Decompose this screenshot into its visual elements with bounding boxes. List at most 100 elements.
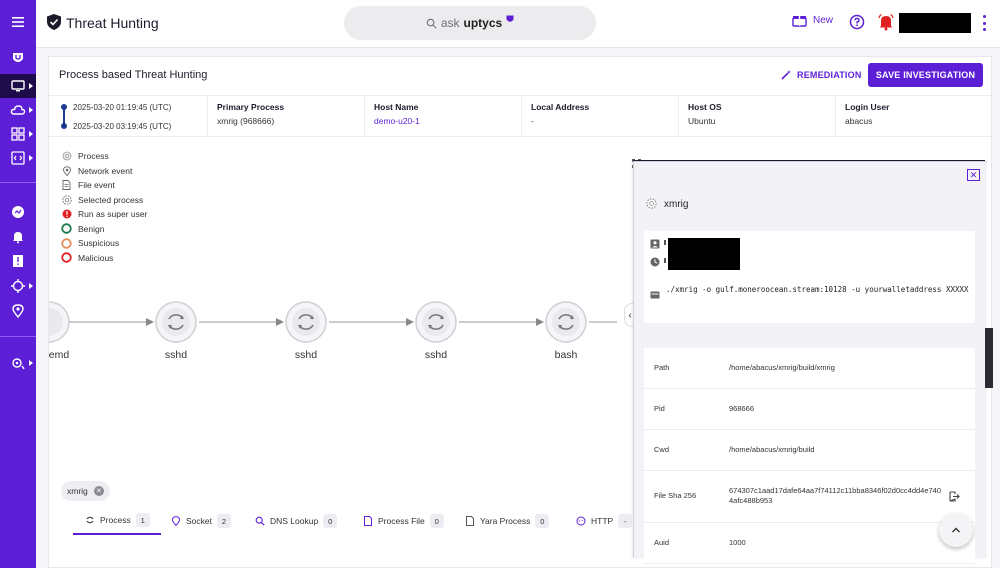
host-os-label: Host OS <box>688 102 722 112</box>
node-label: sshd <box>294 349 318 361</box>
process-properties-table: Path /home/abacus/xmrig/build/xmrig Pid … <box>644 348 975 564</box>
tab-dns-lookup[interactable]: DNS Lookup 0 <box>255 507 338 535</box>
chevron-right-icon <box>29 131 33 137</box>
process-icon <box>86 516 94 524</box>
property-value: /home/abacus/xmrig/build <box>729 445 815 454</box>
property-value: /home/abacus/xmrig/build/xmrig <box>729 363 835 372</box>
legend-item: Run as super user <box>61 207 147 222</box>
tab-label: Yara Process <box>480 516 531 526</box>
terminal-icon <box>650 291 660 299</box>
process-icon <box>646 198 657 209</box>
file-icon <box>364 516 372 526</box>
tab-count-badge: 1 <box>135 513 150 527</box>
legend-label: Selected process <box>78 194 144 205</box>
chevron-right-icon <box>29 283 33 289</box>
tab-socket[interactable]: Socket 2 <box>171 507 231 535</box>
save-investigation-button[interactable]: SAVE INVESTIGATION <box>868 63 983 87</box>
time-start: 2025-03-20 01:19:45 (UTC) <box>73 103 172 112</box>
property-row: Auid 1000 <box>644 523 975 564</box>
redacted-user-block <box>899 13 971 33</box>
tab-process[interactable]: Process 1 <box>73 507 161 535</box>
host-name-column: Host Name demo-u20-1 <box>364 96 521 136</box>
legend-label: Process <box>78 151 109 162</box>
ask-uptycs-search[interactable]: ask uptycs <box>344 6 596 40</box>
close-icon[interactable]: ✕ <box>967 169 980 181</box>
primary-process-column: Primary Process xmrig (968666) <box>207 96 364 136</box>
sidebar-item-detections[interactable] <box>0 249 36 273</box>
help-icon[interactable] <box>849 14 865 30</box>
new-button[interactable]: New <box>792 14 833 27</box>
host-name-label: Host Name <box>374 102 419 112</box>
host-name-link[interactable]: demo-u20-1 <box>374 116 521 126</box>
sidebar-item-monitor[interactable] <box>0 74 36 98</box>
sidebar-item-location[interactable] <box>0 299 36 323</box>
tab-process-file[interactable]: Process File 0 <box>363 507 444 535</box>
property-row: File Sha 256 674307c1aad17dafe64aa7f7411… <box>644 471 975 523</box>
scrollbar-thumb[interactable] <box>985 328 993 388</box>
chevron-right-icon <box>29 155 33 161</box>
primary-process-label: Primary Process <box>217 102 285 112</box>
yara-file-icon <box>466 516 474 526</box>
remediation-label: REMEDIATION <box>797 69 862 80</box>
redacted-user-info <box>668 238 740 270</box>
tab-count-badge: 0 <box>429 514 444 528</box>
sidebar-item-dashboard[interactable] <box>0 200 36 224</box>
tab-count-badge: - <box>618 514 633 528</box>
property-row: Cwd /home/abacus/xmrig/build <box>644 430 975 471</box>
redacted-text-stub <box>664 258 666 263</box>
more-options-icon[interactable] <box>981 15 987 31</box>
bell-alert-icon[interactable] <box>878 13 894 31</box>
legend-item: Process <box>61 149 147 164</box>
login-user-label: Login User <box>845 102 890 112</box>
sidebar-item-code[interactable] <box>0 146 36 170</box>
export-icon[interactable] <box>949 491 960 502</box>
scroll-to-top-button[interactable] <box>939 513 973 547</box>
redacted-text-stub <box>664 240 666 245</box>
dns-lookup-icon <box>255 516 265 526</box>
process-node[interactable] <box>285 301 327 343</box>
sidebar-item-investigations[interactable] <box>0 274 36 298</box>
remediation-button[interactable]: REMEDIATION <box>781 69 862 80</box>
panel-process-name: xmrig <box>664 199 689 210</box>
malicious-ring-icon <box>61 252 72 263</box>
property-value: 968666 <box>729 404 755 413</box>
chevron-right-icon <box>29 83 33 89</box>
process-node[interactable] <box>49 301 70 343</box>
tab-count-badge: 0 <box>323 514 338 528</box>
sidebar-item-apps[interactable] <box>0 122 36 146</box>
chip-remove-icon[interactable]: ✕ <box>93 486 104 496</box>
page-title: Threat Hunting <box>66 15 159 31</box>
uptycs-small-logo-icon <box>506 15 514 22</box>
time-range[interactable]: 2025-03-20 01:19:45 (UTC) 2025-03-20 03:… <box>55 100 205 134</box>
local-address-value: - <box>531 116 534 126</box>
filter-chip[interactable]: xmrig ✕ <box>61 481 110 501</box>
tab-http[interactable]: HTTP - <box>576 507 633 535</box>
property-key: Cwd <box>654 445 670 454</box>
sidebar-item-cloud[interactable] <box>0 98 36 122</box>
magic-wand-icon <box>781 70 791 80</box>
property-value: 674307c1aad17dafe64aa7f74112c11bba8346f0… <box>729 486 942 505</box>
property-value: 1000 <box>729 538 746 547</box>
socket-icon <box>171 516 181 526</box>
property-key: Auid <box>654 538 670 547</box>
host-os-column: Host OS Ubuntu <box>678 96 835 136</box>
node-label: emd <box>48 349 70 361</box>
property-key: Path <box>654 363 670 372</box>
legend-item: Benign <box>61 222 147 237</box>
legend-label: Malicious <box>78 252 114 263</box>
tab-label: Process File <box>378 516 425 526</box>
uptycs-logo-icon[interactable] <box>0 46 36 70</box>
tab-yara-process[interactable]: Yara Process 0 <box>465 507 550 535</box>
search-brand: uptycs <box>463 16 503 30</box>
process-node[interactable] <box>415 301 457 343</box>
superuser-icon <box>61 209 72 220</box>
process-graph-svg <box>49 301 617 343</box>
legend-label: File event <box>78 180 115 191</box>
chevron-right-icon <box>29 107 33 113</box>
process-node[interactable] <box>155 301 197 343</box>
sidebar-item-alerts[interactable] <box>0 225 36 249</box>
hamburger-menu-icon[interactable] <box>0 10 36 34</box>
process-graph: emd sshd sshd sshd bash <box>49 287 649 397</box>
process-node[interactable] <box>545 301 587 343</box>
legend-item: File event <box>61 178 147 193</box>
